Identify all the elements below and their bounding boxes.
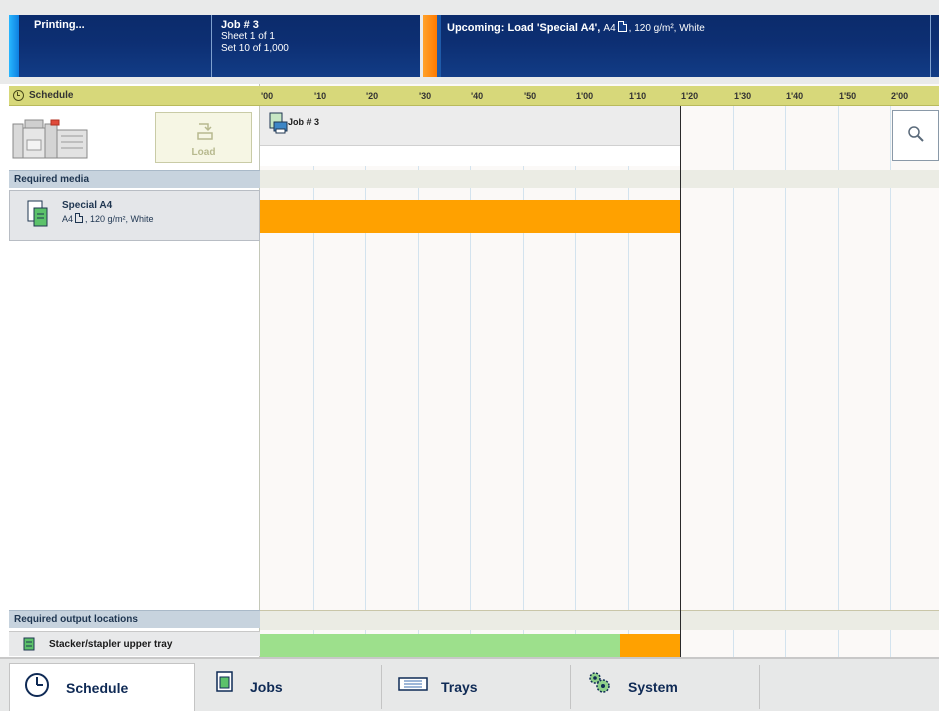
time-tick-label: '00 (261, 91, 274, 101)
upcoming-message: Upcoming: Load 'Special A4', A4 , 120 g/m… (447, 21, 705, 34)
time-tick-label: 1'10 (629, 91, 647, 101)
time-tick-label: '10 (314, 91, 327, 101)
upcoming-size: A4 (603, 23, 616, 34)
time-gridline (628, 106, 629, 657)
current-job-title: Job # 3 (221, 19, 259, 31)
tab-schedule-label: Schedule (66, 680, 129, 696)
time-tick-label: '50 (524, 91, 537, 101)
schedule-side-panel: Schedule Load Required media Special A4 (9, 84, 260, 657)
required-output-header: Required output locations (9, 610, 260, 628)
time-gridline (470, 106, 471, 657)
media-detail: , 120 g/m², White (85, 214, 154, 224)
time-tick-label: 1'50 (839, 91, 857, 101)
magnifier-icon (908, 126, 924, 142)
tab-jobs-label: Jobs (250, 679, 283, 695)
current-job-status[interactable]: Printing... Job # 3 Sheet 1 of 1 Set 10 … (9, 15, 420, 77)
time-gridline (733, 106, 734, 657)
current-job-info: Job # 3 Sheet 1 of 1 Set 10 of 1,000 (221, 19, 289, 55)
media-sheet-icon (27, 200, 48, 227)
portrait-page-icon (617, 21, 627, 32)
time-gridline (575, 106, 576, 657)
upcoming-prefix: Upcoming: Load 'Special A4', (447, 22, 601, 34)
output-pending-bar[interactable] (620, 634, 680, 657)
time-tick-label: 1'00 (576, 91, 594, 101)
current-job-sheet: Sheet 1 of 1 (221, 31, 275, 42)
time-gridline (785, 106, 786, 657)
printing-status: Printing... (34, 19, 85, 31)
media-description: A4 , 120 g/m², White (62, 213, 154, 224)
clock-icon (25, 673, 49, 697)
media-item-special-a4[interactable]: Special A4 A4 , 120 g/m², White (9, 190, 260, 241)
time-gridline (838, 106, 839, 657)
time-tick-label: '30 (419, 91, 432, 101)
job-row-timeline (260, 146, 680, 166)
output-locations-band (260, 610, 939, 630)
media-usage-bar[interactable] (260, 200, 680, 233)
job-print-icon (269, 112, 288, 134)
time-axis: '00 '10 '20 '30 '40 '50 1'00 1'10 1'20 1'30 1'40 1'… (260, 86, 939, 106)
job-row-label: Job # 3 (288, 117, 320, 127)
time-tick-label: 2'00 (891, 91, 909, 101)
output-location-label: Stacker/stapler upper tray (49, 639, 173, 650)
upcoming-accent-stripe (437, 15, 441, 77)
required-output-label: Required output locations (14, 614, 138, 625)
tab-jobs[interactable]: Jobs (196, 665, 382, 709)
printer-machine-icon (12, 119, 88, 159)
tab-system[interactable]: System (572, 665, 760, 709)
time-tick-label: '40 (471, 91, 484, 101)
tab-trays-label: Trays (441, 679, 478, 695)
clock-icon (13, 90, 24, 101)
load-tray-icon (197, 123, 213, 140)
upcoming-divider (930, 15, 931, 77)
load-button[interactable]: Load (155, 112, 252, 163)
time-tick-label: '20 (366, 91, 379, 101)
trays-icon (398, 677, 428, 691)
schedule-timeline[interactable]: '00 '10 '20 '30 '40 '50 1'00 1'10 1'20 1'30 1'40 1'… (260, 84, 939, 657)
time-tick-label: 1'40 (786, 91, 804, 101)
time-gridline (418, 106, 419, 657)
stacker-tray-icon (23, 637, 35, 651)
gears-icon (589, 672, 610, 693)
job-row[interactable]: Job # 3 (260, 106, 680, 146)
required-media-band (260, 170, 939, 188)
required-media-header: Required media (9, 170, 260, 188)
status-bar: Printing... Job # 3 Sheet 1 of 1 Set 10 … (0, 0, 939, 84)
time-gridline (523, 106, 524, 657)
upcoming-detail: , 120 g/m², White (628, 23, 705, 34)
schedule-header-label: Schedule (29, 90, 74, 101)
time-tick-label: 1'30 (734, 91, 752, 101)
media-name: Special A4 (62, 200, 113, 211)
status-accent (9, 15, 19, 77)
schedule-header: Schedule (9, 86, 260, 106)
output-location-item[interactable]: Stacker/stapler upper tray (9, 631, 260, 656)
portrait-page-icon (75, 213, 84, 223)
upcoming-action-status[interactable]: Upcoming: Load 'Special A4', A4 , 120 g/m… (423, 15, 939, 77)
current-job-set: Set 10 of 1,000 (221, 43, 289, 54)
required-media-label: Required media (14, 174, 90, 185)
tab-trays[interactable]: Trays (383, 665, 571, 709)
status-divider (211, 15, 212, 77)
time-gridline (313, 106, 314, 657)
media-size: A4 (62, 214, 74, 224)
load-button-label: Load (191, 147, 216, 158)
zoom-button[interactable] (892, 110, 939, 161)
time-gridline (365, 106, 366, 657)
current-time-line (680, 106, 681, 657)
time-gridline (890, 106, 891, 657)
output-completed-bar[interactable] (260, 634, 620, 657)
tab-schedule[interactable]: Schedule (9, 663, 195, 711)
bottom-navigation: Schedule Jobs Trays System (0, 657, 939, 711)
jobs-document-icon (216, 671, 233, 692)
tab-system-label: System (628, 679, 678, 695)
upcoming-accent (423, 15, 437, 77)
time-tick-label: 1'20 (681, 91, 699, 101)
